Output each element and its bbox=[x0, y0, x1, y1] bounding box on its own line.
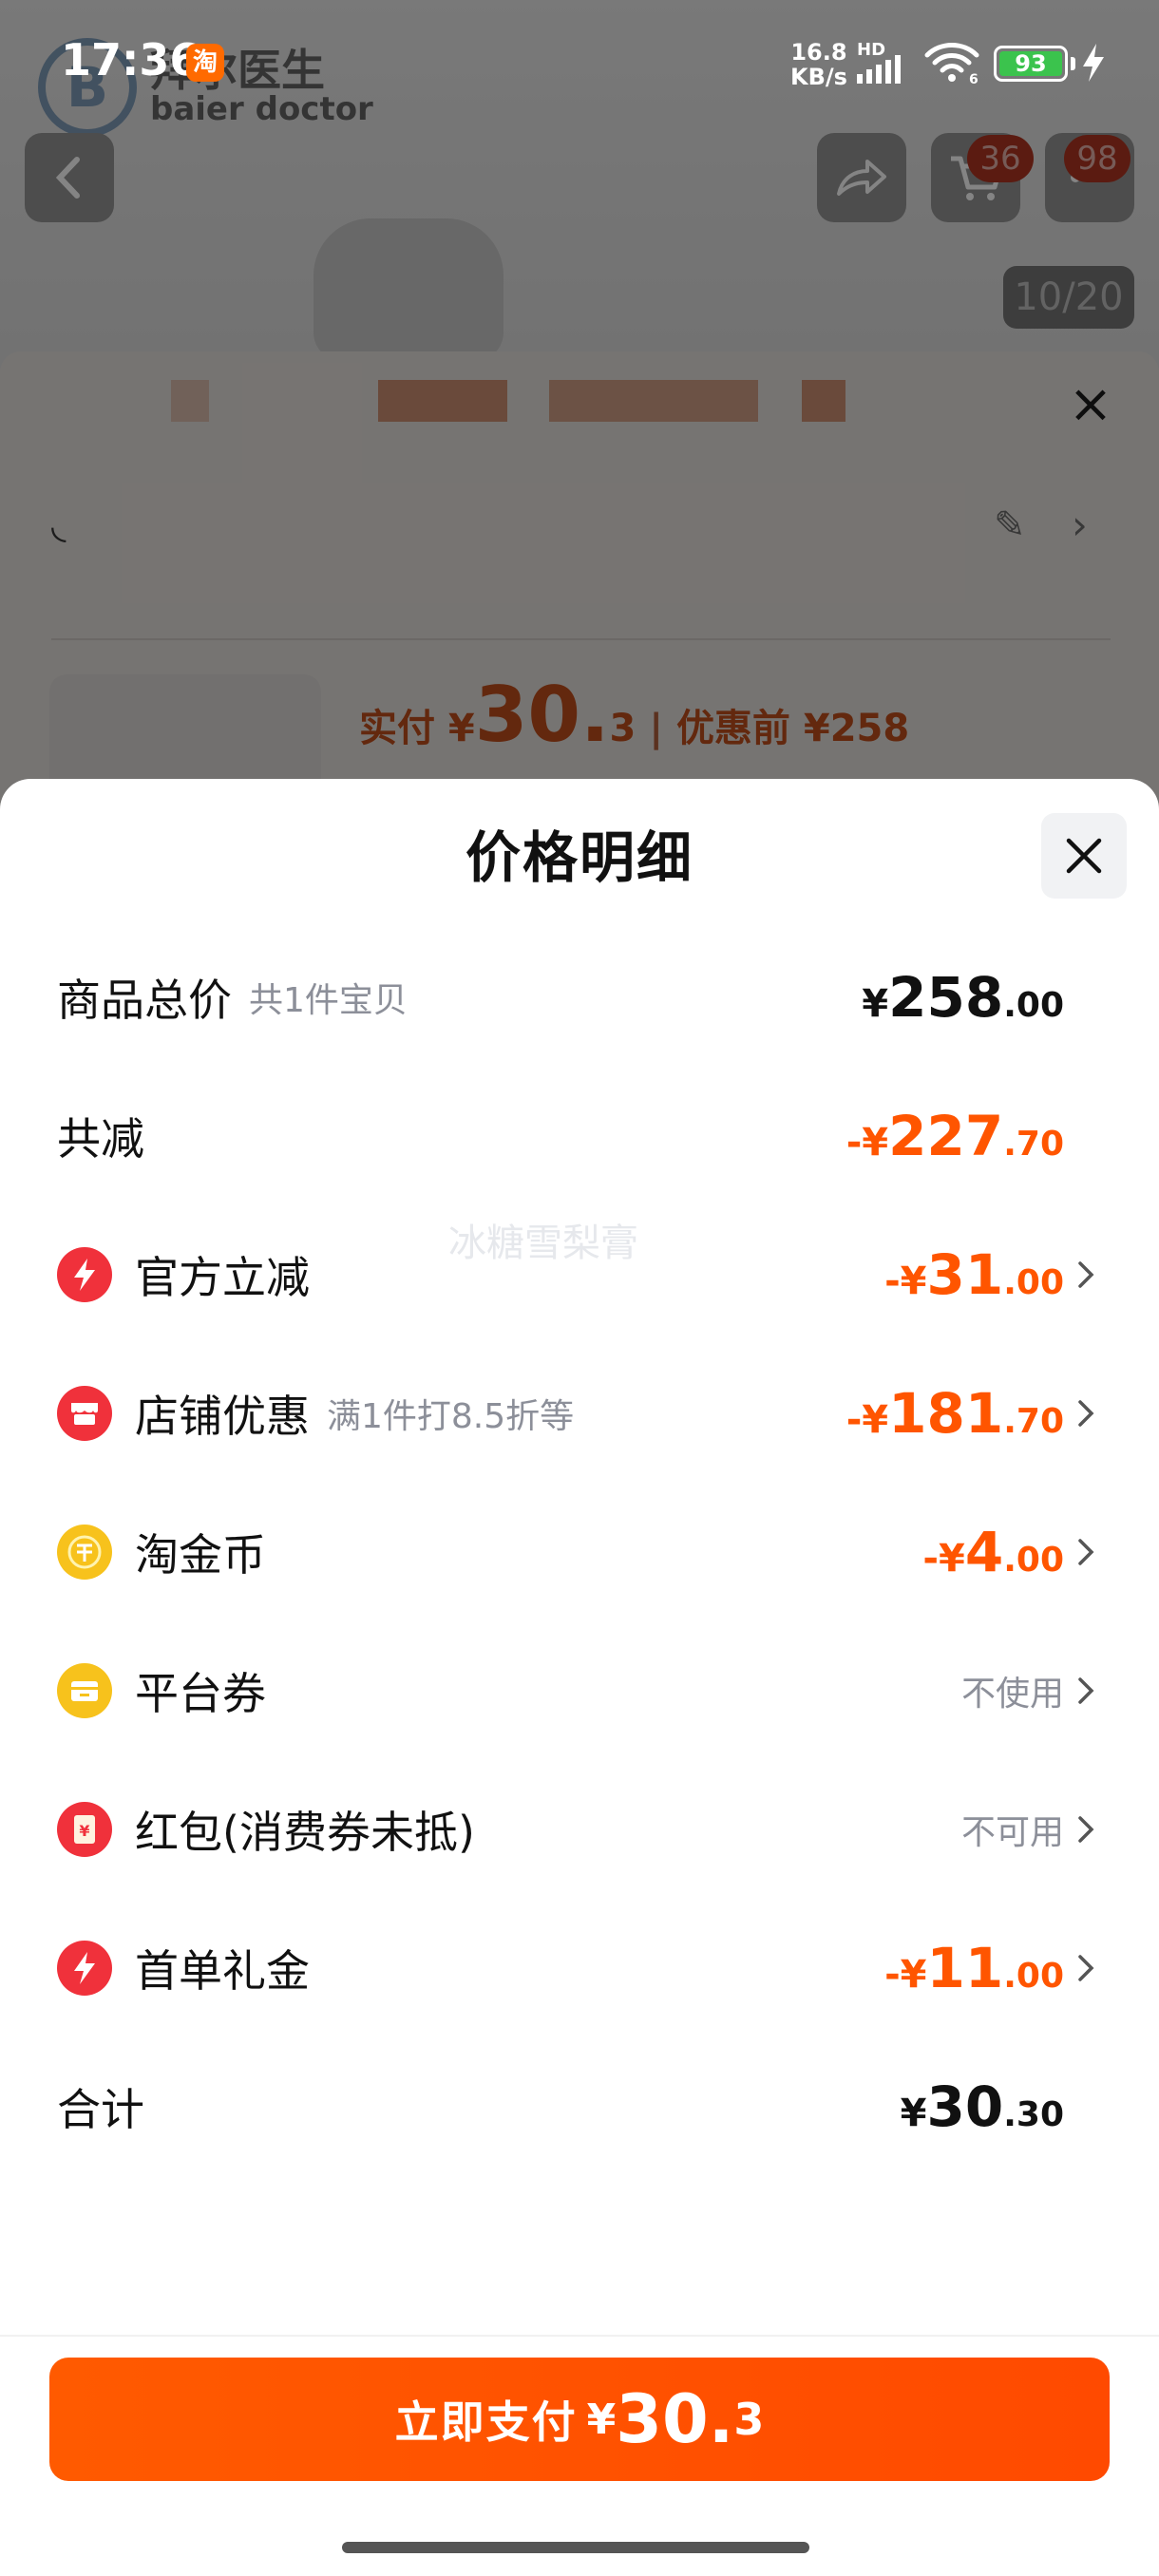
home-indicator[interactable] bbox=[342, 2542, 809, 2553]
gold-coin-icon bbox=[57, 1525, 112, 1580]
amount: -¥227.70 bbox=[846, 1104, 1064, 1168]
close-icon bbox=[1066, 838, 1102, 874]
amount: ¥258.00 bbox=[862, 965, 1064, 1030]
watermark: 冰糖雪梨膏 bbox=[448, 1222, 638, 1265]
row-label: 商品总价 bbox=[57, 975, 232, 1026]
price-detail-sheet: 价格明细 商品总价 共1件宝贝 ¥258.00 共减 -¥227.70 官方立减… bbox=[0, 779, 1159, 2576]
row-subtitle: 满1件打8.5折等 bbox=[327, 1397, 575, 1436]
lightning-icon bbox=[57, 1941, 112, 1996]
row-first-order-gift[interactable]: 首单礼金 -¥11.00 bbox=[57, 1930, 1102, 2006]
coupon-icon bbox=[57, 1663, 112, 1718]
charging-icon bbox=[1083, 44, 1104, 82]
amount: -¥4.00 bbox=[922, 1520, 1064, 1584]
network-speed-value: 16.8 bbox=[790, 39, 847, 66]
row-label: 合计 bbox=[57, 2084, 144, 2135]
coupon-status: 不使用 bbox=[960, 1675, 1064, 1714]
battery-level: 93 bbox=[999, 51, 1062, 76]
row-total-price: 商品总价 共1件宝贝 ¥258.00 bbox=[57, 959, 1102, 1035]
status-time: 17:36 bbox=[61, 34, 200, 85]
amount: -¥11.00 bbox=[884, 1936, 1064, 2000]
pay-button-label: 立即支付 bbox=[394, 2396, 578, 2448]
svg-text:¥: ¥ bbox=[79, 1822, 89, 1840]
chevron-right-icon bbox=[1070, 1949, 1102, 1987]
network-speed-unit: KB/s bbox=[790, 64, 847, 90]
row-taojinbi[interactable]: 淘金币 -¥4.00 bbox=[57, 1514, 1102, 1590]
wifi-icon: 6 bbox=[924, 43, 979, 85]
wifi-label: 6 bbox=[969, 72, 978, 85]
row-label: 淘金币 bbox=[135, 1529, 266, 1581]
row-label: 平台券 bbox=[135, 1668, 266, 1719]
pay-button-dec: 3 bbox=[733, 2394, 765, 2445]
red-packet-status: 不可用 bbox=[960, 1813, 1064, 1852]
pay-button-currency: ¥ bbox=[586, 2395, 617, 2444]
sheet-title: 价格明细 bbox=[465, 825, 694, 890]
store-icon bbox=[57, 1386, 112, 1441]
close-button[interactable] bbox=[1041, 813, 1127, 899]
bottom-divider bbox=[0, 2335, 1159, 2337]
chevron-right-icon bbox=[1070, 1810, 1102, 1848]
row-grand-total: 合计 ¥30.30 bbox=[57, 2069, 1102, 2145]
taobao-app-icon: 淘 bbox=[186, 44, 224, 82]
row-total-discount: 共减 -¥227.70 bbox=[57, 1098, 1102, 1174]
network-speed: 16.8 KB/s bbox=[790, 40, 847, 89]
row-label: 共减 bbox=[57, 1113, 144, 1165]
lightning-icon bbox=[57, 1247, 112, 1302]
battery-tip bbox=[1071, 57, 1075, 70]
row-platform-coupon[interactable]: 平台券 不使用 bbox=[57, 1653, 1102, 1729]
row-label: 店铺优惠 bbox=[135, 1391, 310, 1442]
row-subtitle: 共1件宝贝 bbox=[249, 981, 408, 1020]
amount: -¥181.70 bbox=[846, 1381, 1064, 1446]
amount: -¥31.00 bbox=[884, 1242, 1064, 1307]
pay-button-int: 30. bbox=[616, 2380, 734, 2458]
row-store-discount[interactable]: 店铺优惠 满1件打8.5折等 -¥181.70 bbox=[57, 1375, 1102, 1451]
chevron-right-icon bbox=[1070, 1533, 1102, 1571]
signal-icon bbox=[857, 55, 901, 84]
row-label: 官方立减 bbox=[135, 1252, 310, 1303]
chevron-right-icon bbox=[1070, 1394, 1102, 1432]
chevron-right-icon bbox=[1070, 1672, 1102, 1710]
status-bar: 17:36 淘 16.8 KB/s HD 6 93 bbox=[0, 0, 1159, 112]
row-label: 红包(消费券未抵) bbox=[135, 1807, 475, 1858]
chevron-right-icon bbox=[1070, 1256, 1102, 1294]
row-red-packet[interactable]: ¥ 红包(消费券未抵) 不可用 bbox=[57, 1791, 1102, 1867]
battery-icon: 93 bbox=[994, 46, 1068, 82]
amount: ¥30.30 bbox=[900, 2074, 1064, 2139]
pay-now-button[interactable]: 立即支付 ¥ 30. 3 bbox=[49, 2358, 1110, 2481]
row-label: 首单礼金 bbox=[135, 1945, 310, 1997]
red-packet-icon: ¥ bbox=[57, 1802, 112, 1857]
